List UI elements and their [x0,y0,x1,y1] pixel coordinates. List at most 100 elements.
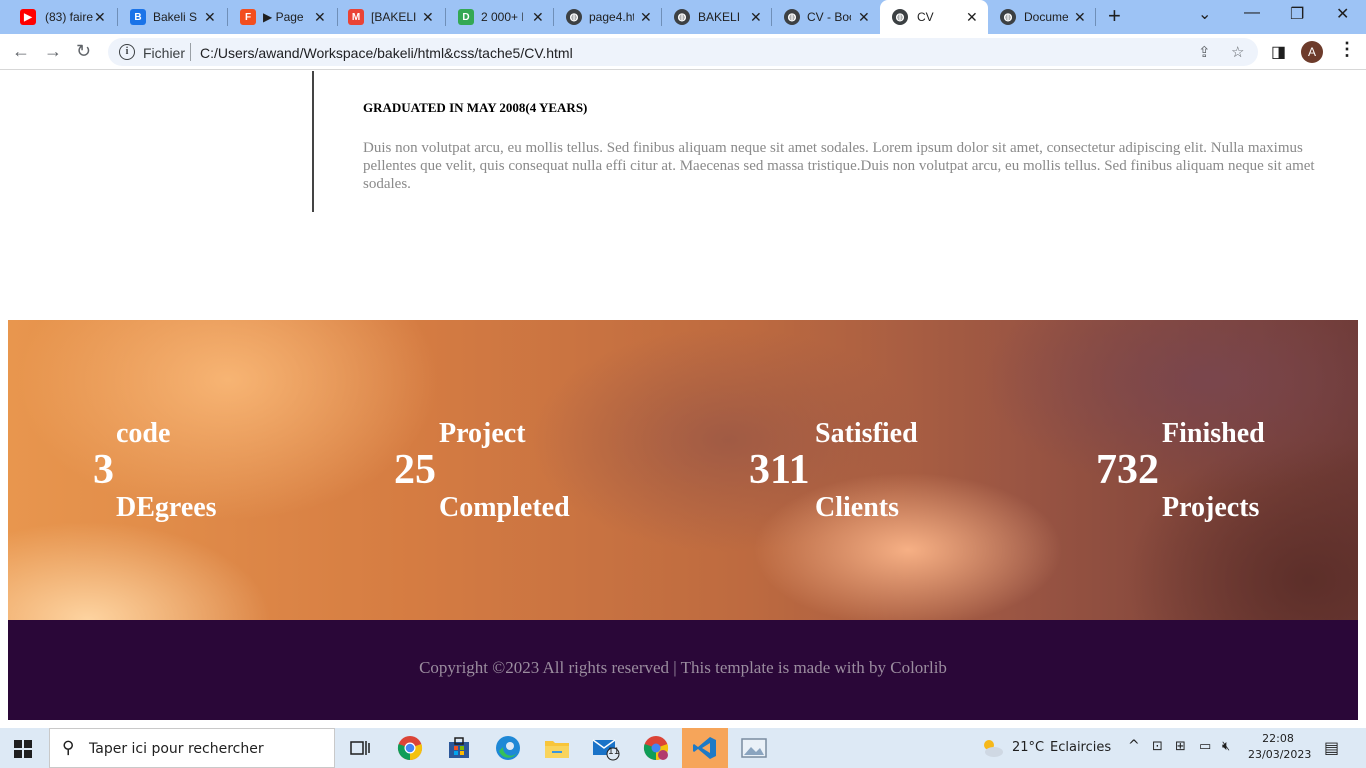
tab-search-chevron-icon[interactable]: ⌄ [1198,4,1211,24]
address-url[interactable]: C:/Users/awand/Workspace/bakeli/html&css… [200,45,573,61]
globe-icon: ◍ [566,9,582,25]
menu-kebab-icon[interactable]: ⋮ [1338,40,1356,58]
taskbar-search-input[interactable]: ⚲ Taper ici pour rechercher [49,728,335,768]
page-content: GRADUATED IN MAY 2008(4 YEARS) Duis non … [0,71,1366,720]
weather-description[interactable]: Eclaircies [1050,740,1111,755]
tab-title: CV - Boo [807,10,851,24]
network-icon[interactable]: ⊞ [1175,739,1186,754]
bookmark-star-icon[interactable]: ☆ [1231,43,1244,61]
address-bar[interactable]: i Fichier C:/Users/awand/Workspace/bakel… [108,38,1258,66]
browser-toolbar: ← → ↻ i Fichier C:/Users/awand/Workspace… [0,34,1366,70]
counter-label-top: Satisfied [815,418,918,449]
edge-icon[interactable] [494,734,522,762]
close-icon[interactable]: ✕ [966,9,978,25]
close-icon[interactable]: ✕ [640,9,652,25]
counter-label-bottom: Clients [815,492,899,523]
info-icon[interactable]: i [119,44,135,60]
close-icon[interactable]: ✕ [1074,9,1086,25]
search-placeholder: Taper ici pour rechercher [89,741,264,757]
vscode-icon[interactable] [682,728,728,768]
tab-page4[interactable]: ◍ page4.ht ✕ [554,0,662,34]
tab-title: Docume [1024,10,1068,24]
chrome-icon[interactable] [396,734,424,762]
restore-button[interactable]: ❐ [1290,4,1304,24]
back-button[interactable]: ← [12,41,30,62]
counter-label-bottom: Projects [1162,492,1260,523]
tab-title: [BAKELI] [371,10,416,24]
counter-section: 3 code DEgrees 25 Project Completed 311 … [8,320,1358,620]
figma-icon: F [240,9,256,25]
share-icon[interactable]: ⇪ [1198,43,1211,61]
globe-icon: ◍ [892,9,908,25]
tab-bakeli-si[interactable]: B Bakeli SI ✕ [118,0,228,34]
store-icon[interactable] [445,734,473,762]
tab-title: CV [917,10,934,24]
tab-title: 2 000+ M [481,10,523,24]
youtube-icon: ▶ [20,9,36,25]
new-tab-button[interactable]: + [1108,5,1121,27]
clock-date: 23/03/2023 [1248,748,1312,761]
volume-muted-icon[interactable]: 🔇︎ [1222,739,1230,754]
avatar[interactable]: A [1301,41,1323,63]
counter-number: 25 [394,447,436,493]
counter-label-top: Project [439,418,526,449]
tray-chevron-up-icon[interactable]: ^ [1128,738,1140,754]
windows-start-icon[interactable] [14,740,32,758]
tab-2000[interactable]: D 2 000+ M ✕ [446,0,554,34]
copyright-text: Copyright ©2023 All rights reserved | Th… [419,658,947,677]
tab-cv-boo[interactable]: ◍ CV - Boo ✕ [772,0,880,34]
reload-button[interactable]: ↻ [76,41,91,62]
globe-icon: ◍ [784,9,800,25]
close-icon[interactable]: ✕ [314,9,326,25]
tab-figma-page[interactable]: F ▶ Page ✕ [228,0,338,34]
clock-time: 22:08 [1262,732,1294,745]
counter-number: 3 [93,447,114,493]
counter-number: 311 [749,447,810,493]
tab-cv[interactable]: ◍ CV ✕ [880,0,988,34]
counter-label-top: Finished [1162,418,1265,449]
education-heading: GRADUATED IN MAY 2008(4 YEARS) [363,100,588,115]
minimize-button[interactable]: — [1244,4,1260,22]
counter-label-bottom: DEgrees [116,492,217,523]
tab-title: page4.ht [589,10,634,24]
chrome-profile-icon[interactable] [642,734,670,762]
image-viewer-icon[interactable] [740,734,768,762]
tab-gmail[interactable]: M [BAKELI] ✕ [338,0,446,34]
file-explorer-icon[interactable] [543,734,571,762]
task-view-icon[interactable] [346,734,374,762]
close-window-button[interactable]: ✕ [1336,4,1349,24]
battery-icon[interactable]: ▭ [1199,739,1211,754]
side-panel-icon[interactable]: ◨ [1271,42,1286,62]
bakeli-icon: B [130,9,146,25]
close-icon[interactable]: ✕ [204,9,216,25]
forward-button[interactable]: → [44,41,62,62]
meet-now-icon[interactable]: ⊡ [1152,739,1163,754]
counter-label-bottom: Completed [439,492,570,523]
address-scheme-label: Fichier [143,45,186,61]
d-icon: D [458,9,474,25]
search-icon: ⚲ [62,738,75,757]
timeline-line [312,71,314,212]
close-icon[interactable]: ✕ [750,9,762,25]
close-icon[interactable]: ✕ [422,9,434,25]
close-icon[interactable]: ✕ [94,9,106,25]
weather-temperature[interactable]: 21°C [1012,740,1044,755]
gmail-icon: M [348,9,364,25]
clock[interactable]: 22:08 23/03/2023 [1248,731,1312,763]
notifications-icon[interactable]: ▤ [1324,738,1339,757]
globe-icon: ◍ [674,9,690,25]
footer: Copyright ©2023 All rights reserved | Th… [8,620,1358,720]
education-description: Duis non volutpat arcu, eu mollis tellus… [363,140,1315,192]
tab-title: BAKELI [698,10,741,24]
tab-bakeli[interactable]: ◍ BAKELI ✕ [662,0,772,34]
tab-document[interactable]: ◍ Docume ✕ [988,0,1096,34]
close-icon[interactable]: ✕ [858,9,870,25]
mail-icon[interactable]: 11 [592,734,620,762]
tab-youtube[interactable]: ▶ (83) faire ✕ [0,0,118,34]
mail-badge: 11 [608,747,620,757]
taskbar: ⚲ Taper ici pour rechercher 11 21°C Ecla… [0,728,1366,768]
counter-label-top: code [116,418,171,449]
close-icon[interactable]: ✕ [532,9,544,25]
counter-number: 732 [1096,447,1159,493]
tab-title: Bakeli SI [153,10,198,24]
